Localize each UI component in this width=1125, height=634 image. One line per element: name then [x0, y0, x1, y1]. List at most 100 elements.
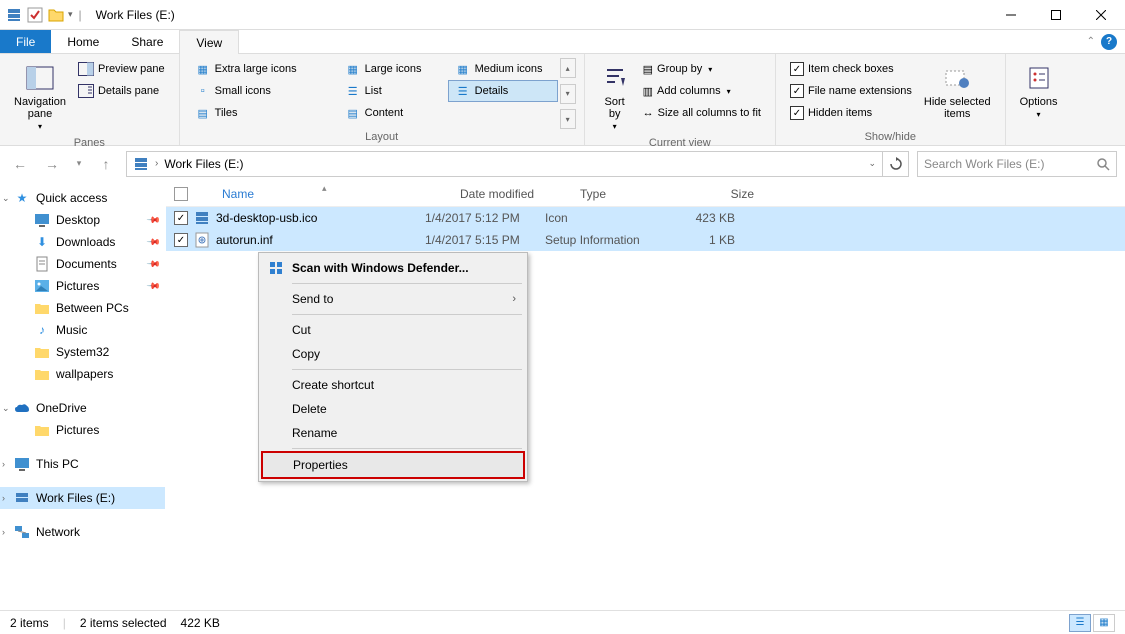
layout-large[interactable]: ▦Large icons [338, 58, 448, 80]
qat-checkbox-icon[interactable] [26, 6, 44, 24]
ribbon-collapse-icon[interactable]: ⌃ [1087, 36, 1095, 47]
grid-icon: ▦ [345, 61, 361, 77]
chevron-right-icon[interactable]: › [155, 158, 158, 169]
details-pane-label: Details pane [98, 85, 159, 97]
ctx-delete[interactable]: Delete [262, 397, 524, 421]
add-columns-button[interactable]: ▥Add columns▾ [637, 80, 767, 102]
ctx-scan-defender[interactable]: Scan with Windows Defender... [262, 256, 524, 280]
sidebar-item-system32[interactable]: System32 [0, 341, 165, 363]
file-type: Setup Information [545, 233, 665, 247]
navigation-pane-button[interactable]: Navigation pane ▾ [8, 58, 72, 135]
up-button[interactable]: ↑ [94, 152, 118, 176]
sidebar-label: Pictures [56, 423, 99, 437]
file-extensions-toggle[interactable]: ✓File name extensions [784, 80, 918, 102]
breadcrumb[interactable]: › Work Files (E:) ⌄ [126, 151, 883, 177]
sidebar-item-between-pcs[interactable]: Between PCs [0, 297, 165, 319]
list-icon: ☰ [345, 83, 361, 99]
ctx-separator [292, 283, 522, 284]
details-pane-button[interactable]: Details pane [72, 80, 171, 102]
column-size[interactable]: Size [692, 187, 762, 201]
scroll-down-icon[interactable]: ▾ [560, 84, 576, 104]
row-checkbox[interactable]: ✓ [174, 233, 188, 247]
sidebar-item-quick-access[interactable]: ⌄★Quick access [0, 187, 165, 209]
sidebar-item-wallpapers[interactable]: wallpapers [0, 363, 165, 385]
qat-dropdown-icon[interactable]: ▾ [68, 9, 73, 20]
ctx-label: Properties [293, 458, 348, 472]
sidebar-item-network[interactable]: ›Network [0, 521, 165, 543]
ctx-rename[interactable]: Rename [262, 421, 524, 445]
downloads-icon: ⬇ [34, 234, 50, 250]
ctx-send-to[interactable]: Send to› [262, 287, 524, 311]
scroll-up-icon[interactable]: ▴ [560, 58, 576, 78]
close-button[interactable] [1078, 0, 1123, 29]
layout-medium[interactable]: ▦Medium icons [448, 58, 558, 80]
caret-icon: ⌄ [2, 403, 10, 414]
layout-tiles[interactable]: ▤Tiles [188, 102, 338, 124]
sidebar-item-desktop[interactable]: Desktop📌 [0, 209, 165, 231]
add-columns-icon: ▥ [643, 85, 653, 98]
help-icon[interactable]: ? [1101, 34, 1117, 50]
item-checkboxes-toggle[interactable]: ✓Item check boxes [784, 58, 918, 80]
recent-locations-button[interactable]: ▾ [72, 152, 86, 176]
view-details-button[interactable]: ☰ [1069, 614, 1091, 632]
ctx-cut[interactable]: Cut [262, 318, 524, 342]
chevron-down-icon[interactable]: ⌄ [868, 158, 876, 169]
tab-home[interactable]: Home [51, 30, 115, 53]
hide-selected-button[interactable]: Hide selected items [918, 58, 997, 129]
ctx-copy[interactable]: Copy [262, 342, 524, 366]
sidebar-item-downloads[interactable]: ⬇Downloads📌 [0, 231, 165, 253]
tab-view[interactable]: View [179, 30, 239, 54]
column-name[interactable]: Name [192, 187, 452, 201]
pin-icon: 📌 [146, 234, 162, 250]
group-by-button[interactable]: ▤Group by▾ [637, 58, 767, 80]
ctx-create-shortcut[interactable]: Create shortcut [262, 373, 524, 397]
sidebar-item-documents[interactable]: Documents📌 [0, 253, 165, 275]
minimize-button[interactable] [988, 0, 1033, 29]
file-row[interactable]: ✓ 3d-desktop-usb.ico 1/4/2017 5:12 PM Ic… [166, 207, 1125, 229]
select-all-checkbox[interactable] [174, 187, 188, 201]
layout-list[interactable]: ☰List [338, 80, 448, 102]
forward-button[interactable]: → [40, 152, 64, 176]
scroll-more-icon[interactable]: ▾ [560, 109, 576, 129]
back-button[interactable]: ← [8, 152, 32, 176]
refresh-button[interactable] [883, 151, 909, 177]
sidebar-item-work-files[interactable]: ›Work Files (E:) [0, 487, 165, 509]
item-checkboxes-label: Item check boxes [808, 63, 894, 75]
search-icon [1096, 157, 1110, 171]
layout-extra-large[interactable]: ▦Extra large icons [188, 58, 338, 80]
column-type[interactable]: Type [572, 187, 692, 201]
file-row[interactable]: ✓ autorun.inf 1/4/2017 5:15 PM Setup Inf… [166, 229, 1125, 251]
size-columns-button[interactable]: ↔Size all columns to fit [637, 102, 767, 124]
column-headers: Name Date modified Type Size [166, 181, 1125, 207]
sort-by-button[interactable]: Sort by ▾ [593, 58, 637, 135]
preview-pane-button[interactable]: Preview pane [72, 58, 171, 80]
chevron-right-icon: › [512, 293, 516, 305]
sidebar-item-this-pc[interactable]: ›This PC [0, 453, 165, 475]
sidebar-item-onedrive[interactable]: ⌄OneDrive [0, 397, 165, 419]
layout-content[interactable]: ▤Content [338, 102, 448, 124]
sidebar-item-music[interactable]: ♪Music [0, 319, 165, 341]
grid-icon: ▦ [195, 61, 211, 77]
column-date[interactable]: Date modified [452, 187, 572, 201]
search-input[interactable]: Search Work Files (E:) [917, 151, 1117, 177]
layout-small[interactable]: ▫Small icons [188, 80, 338, 102]
tiles-icon: ▤ [195, 105, 211, 121]
options-label: Options [1020, 96, 1058, 108]
options-button[interactable]: Options ▾ [1014, 58, 1064, 141]
view-thumbnails-button[interactable]: ▦ [1093, 614, 1115, 632]
sidebar-item-onedrive-pictures[interactable]: Pictures [0, 419, 165, 441]
status-selected-count: 2 items selected [80, 616, 167, 630]
status-selected-size: 422 KB [181, 616, 220, 630]
maximize-button[interactable] [1033, 0, 1078, 29]
sidebar-item-pictures[interactable]: Pictures📌 [0, 275, 165, 297]
tab-file[interactable]: File [0, 30, 51, 53]
details-pane-icon [78, 84, 94, 98]
row-checkbox[interactable]: ✓ [174, 211, 188, 225]
hidden-items-toggle[interactable]: ✓Hidden items [784, 102, 918, 124]
tab-share[interactable]: Share [115, 30, 179, 53]
breadcrumb-segment[interactable]: Work Files (E:) [164, 157, 243, 171]
layout-details[interactable]: ☰Details [448, 80, 558, 102]
folder-icon [34, 344, 50, 360]
ctx-properties[interactable]: Properties [261, 451, 525, 479]
sidebar-label: Desktop [56, 213, 100, 227]
